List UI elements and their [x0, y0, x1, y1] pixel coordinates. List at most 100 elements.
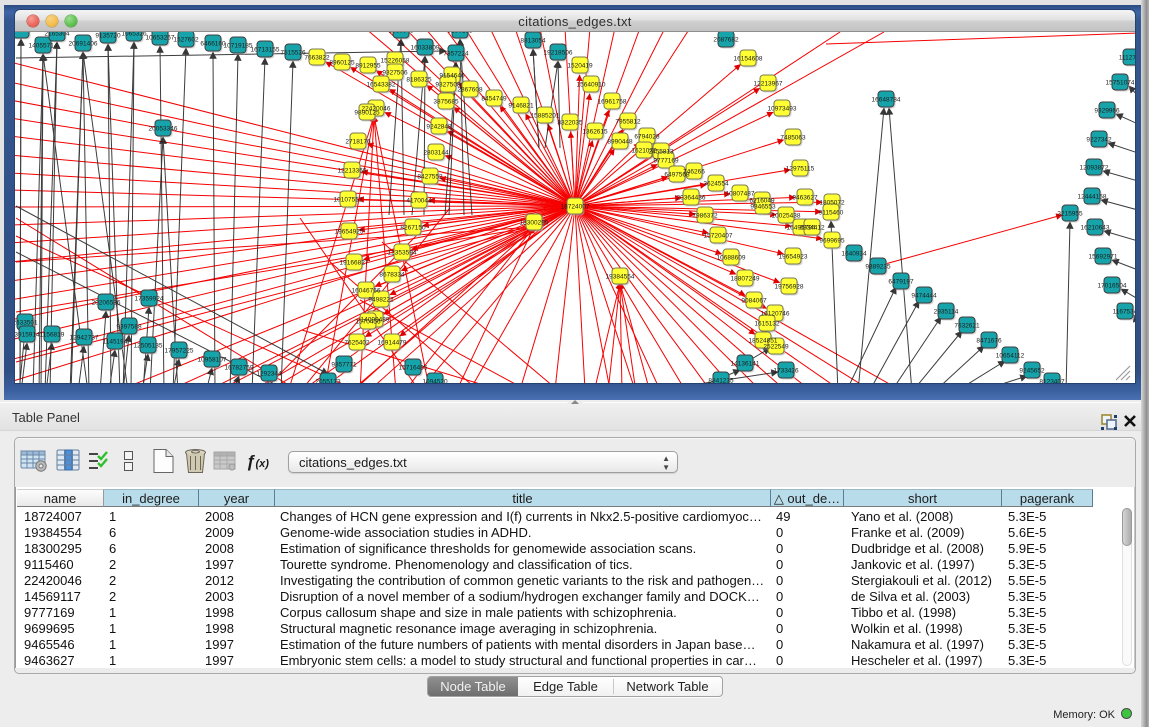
svg-text:20691406: 20691406 [69, 41, 98, 48]
svg-text:9346553: 9346553 [750, 204, 776, 211]
svg-text:9498222: 9498222 [368, 297, 394, 304]
svg-text:8678334: 8678334 [379, 272, 405, 279]
svg-text:9146821: 9146821 [508, 103, 534, 110]
svg-text:2087682: 2087682 [713, 37, 739, 44]
svg-text:1520419: 1520419 [567, 63, 593, 70]
svg-text:20053346: 20053346 [149, 126, 178, 133]
svg-text:9115460: 9115460 [819, 210, 844, 217]
svg-text:12505135: 12505135 [134, 343, 163, 350]
svg-text:1156819: 1156819 [40, 332, 65, 339]
svg-text:7485063: 7485063 [780, 135, 806, 142]
svg-text:3624554: 3624554 [703, 181, 729, 188]
svg-text:7625402: 7625402 [344, 340, 370, 347]
svg-text:1615132: 1615132 [754, 321, 780, 328]
svg-text:10958107: 10958107 [198, 357, 227, 364]
svg-text:9329966: 9329966 [1094, 108, 1120, 115]
svg-text:2633501: 2633501 [15, 320, 38, 327]
svg-text:1145194: 1145194 [103, 339, 128, 346]
svg-text:16046766: 16046766 [352, 288, 381, 295]
svg-text:15692971: 15692971 [1089, 254, 1118, 261]
svg-text:10654112: 10654112 [996, 353, 1025, 360]
svg-text:15640910: 15640910 [577, 82, 606, 89]
svg-text:9327506: 9327506 [382, 70, 408, 77]
svg-text:8813054: 8813054 [520, 38, 546, 45]
svg-text:8123407: 8123407 [1039, 379, 1065, 384]
svg-text:12975115: 12975115 [786, 166, 815, 173]
svg-text:7632621: 7632621 [954, 323, 980, 330]
svg-text:10653267: 10653267 [146, 35, 175, 42]
svg-text:17957225: 17957225 [165, 348, 194, 355]
svg-text:8834412: 8834412 [799, 225, 825, 232]
svg-text:12213967: 12213967 [754, 81, 783, 88]
svg-text:1805072: 1805072 [819, 200, 845, 207]
svg-text:9084067: 9084067 [741, 298, 767, 305]
svg-text:9777169: 9777169 [653, 158, 679, 165]
svg-text:2718176: 2718176 [345, 139, 371, 146]
svg-text:10107552: 10107552 [334, 197, 363, 204]
svg-text:9154646: 9154646 [439, 73, 465, 80]
svg-text:16961758: 16961758 [598, 99, 627, 106]
svg-text:15885201: 15885201 [531, 113, 560, 120]
svg-text:2055173: 2055173 [315, 379, 341, 384]
svg-text:9474444: 9474444 [911, 293, 937, 300]
svg-text:15720407: 15720407 [704, 233, 733, 240]
svg-text:16713155: 16713155 [251, 47, 280, 54]
svg-text:9389235: 9389235 [865, 264, 891, 271]
svg-text:12213369: 12213369 [338, 168, 367, 175]
svg-text:10973493: 10973493 [768, 106, 797, 113]
svg-text:2165304: 2165304 [44, 32, 70, 38]
svg-text:2455813: 2455813 [648, 149, 674, 156]
svg-text:9857771: 9857771 [331, 362, 357, 369]
svg-text:15226058: 15226058 [381, 58, 410, 65]
svg-text:18300295: 18300295 [520, 220, 549, 227]
svg-text:2935114: 2935114 [934, 309, 959, 316]
svg-text:15751074: 15751074 [1106, 80, 1135, 87]
svg-text:17359924: 17359924 [135, 296, 164, 303]
svg-text:8454749: 8454749 [481, 96, 507, 103]
svg-text:16120746: 16120746 [761, 311, 790, 318]
svg-text:9135720: 9135720 [95, 33, 121, 40]
svg-text:14055714: 14055714 [29, 43, 58, 50]
svg-text:8960125: 8960125 [329, 60, 355, 67]
svg-text:19218506: 19218506 [544, 50, 573, 57]
svg-text:4170044: 4170044 [406, 198, 432, 205]
svg-text:8990448: 8990448 [607, 139, 633, 146]
svg-text:6466160: 6466160 [200, 41, 226, 48]
svg-text:9397588: 9397588 [116, 324, 142, 331]
svg-text:18807249: 18807249 [731, 276, 760, 283]
svg-text:12093872: 12093872 [1080, 165, 1109, 172]
svg-text:10025438: 10025438 [772, 213, 801, 220]
svg-text:9242848: 9242848 [426, 124, 452, 131]
svg-text:10719185: 10719185 [224, 43, 253, 50]
svg-text:9890125: 9890125 [354, 110, 380, 117]
svg-text:8427552: 8427552 [417, 174, 443, 181]
svg-text:10688609: 10688609 [717, 255, 746, 262]
svg-text:16543382: 16543382 [367, 82, 396, 89]
svg-text:1570456: 1570456 [355, 319, 381, 326]
svg-text:16782759: 16782759 [225, 365, 254, 372]
svg-text:18724007: 18724007 [561, 204, 590, 211]
svg-text:746266: 746266 [683, 169, 705, 176]
svg-text:12353594: 12353594 [388, 250, 417, 257]
svg-text:2803144: 2803144 [423, 150, 449, 157]
svg-text:7955812: 7955812 [615, 119, 641, 126]
svg-text:9463627: 9463627 [792, 195, 818, 202]
svg-text:3215955: 3215955 [1057, 211, 1083, 218]
svg-text:17016504: 17016504 [1098, 283, 1127, 290]
svg-text:1292344: 1292344 [256, 371, 282, 378]
svg-text:19654925: 19654925 [335, 229, 364, 236]
svg-text:19384554: 19384554 [606, 274, 635, 281]
svg-text:6794028: 6794028 [634, 134, 660, 141]
svg-text:15716485: 15716485 [399, 365, 428, 372]
svg-text:20364436: 20364436 [677, 195, 706, 202]
svg-text:1167534: 1167534 [1113, 309, 1135, 316]
svg-text:1094520: 1094520 [422, 379, 448, 384]
svg-text:8267150: 8267150 [400, 225, 426, 232]
svg-text:8471676: 8471676 [976, 338, 1002, 345]
svg-text:12444158: 12444158 [1078, 194, 1107, 201]
svg-text:19756928: 19756928 [775, 284, 804, 291]
svg-text:7515526: 7515526 [280, 50, 306, 57]
svg-text:9227342: 9227342 [1086, 137, 1112, 144]
svg-text:9245652: 9245652 [1019, 368, 1045, 375]
svg-text:16210643: 16210643 [1081, 225, 1110, 232]
